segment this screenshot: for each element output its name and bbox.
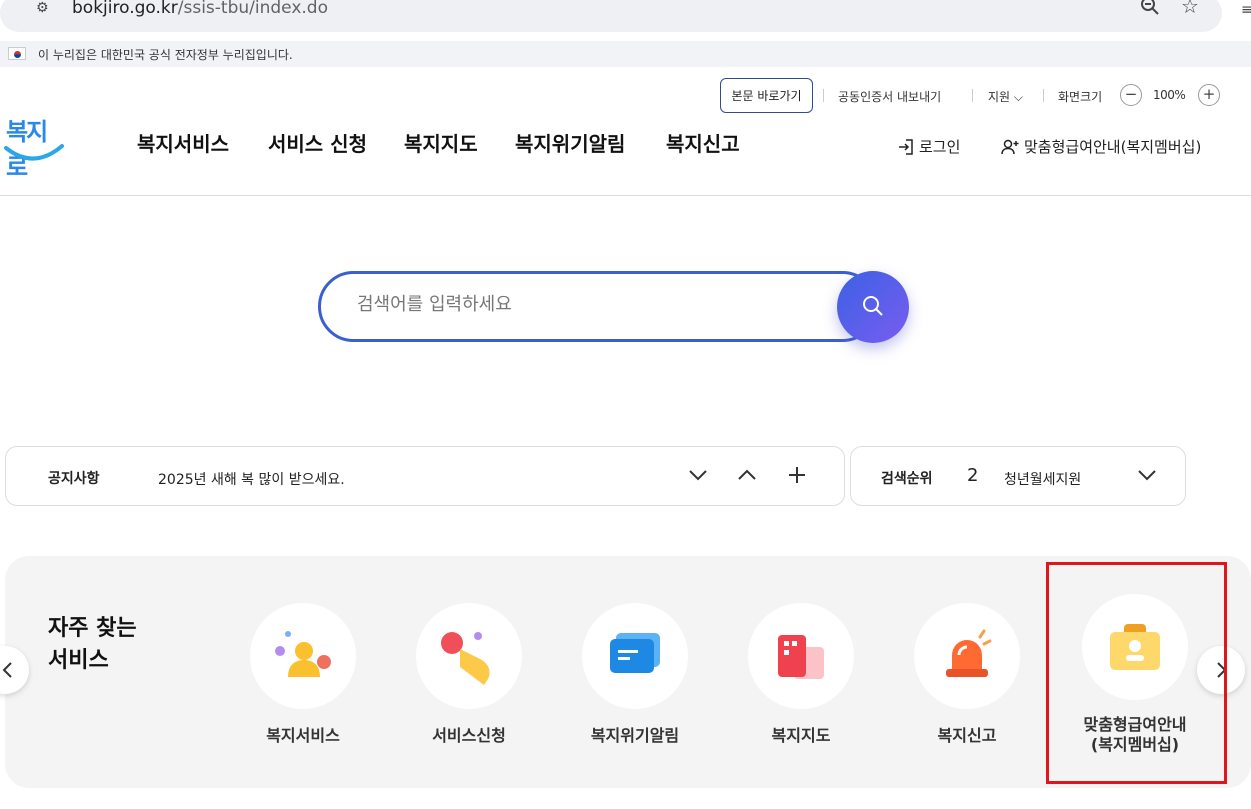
hand-click-icon xyxy=(416,603,522,709)
divider xyxy=(972,89,973,102)
rank-number: 2 xyxy=(967,465,979,486)
menu-icon[interactable]: ≡ xyxy=(1241,2,1251,18)
chat-alert-icon xyxy=(582,603,688,709)
map-building-icon xyxy=(748,603,854,709)
chevron-up-icon[interactable] xyxy=(735,463,759,487)
divider xyxy=(823,89,824,102)
login-button[interactable]: 로그인 xyxy=(897,136,960,157)
service-item-report[interactable]: 복지신고 xyxy=(897,603,1037,746)
service-item-crisis-alert[interactable]: 복지위기알림 xyxy=(565,603,705,746)
screen-size-label: 화면크기 xyxy=(1058,90,1103,104)
user-add-icon xyxy=(1001,139,1019,154)
gov-banner-text: 이 누리집은 대한민국 공식 전자정부 누리집입니다. xyxy=(38,48,293,62)
header-divider xyxy=(0,195,1251,196)
chevron-down-icon[interactable] xyxy=(686,463,710,487)
rank-label: 검색순위 xyxy=(881,471,933,487)
service-item-map[interactable]: 복지지도 xyxy=(731,603,871,746)
zoom-out-button[interactable]: − xyxy=(1120,84,1142,106)
login-icon xyxy=(899,138,913,155)
bookmark-star-icon[interactable]: ☆ xyxy=(1181,0,1199,18)
chevron-left-icon xyxy=(2,662,12,678)
browser-toolbar: ⚙ bokjiro.go.kr/ssis-tbu/index.do ☆ ≡ xyxy=(0,0,1251,40)
gnb-welfare-map[interactable]: 복지지도 xyxy=(404,128,478,157)
search-rank-bar: 검색순위 2 청년월세지원 xyxy=(850,446,1186,506)
notice-label: 공지사항 xyxy=(48,471,100,487)
membership-button[interactable]: 맞춤형급여안내(복지멤버십) xyxy=(1000,136,1201,157)
search-button[interactable] xyxy=(837,271,909,343)
cert-export-link[interactable]: 공동인증서 내보내기 xyxy=(838,88,941,105)
gnb-crisis-alert[interactable]: 복지위기알림 xyxy=(515,128,625,157)
notice-text[interactable]: 2025년 새해 복 많이 받으세요. xyxy=(158,469,345,489)
rank-keyword[interactable]: 청년월세지원 xyxy=(1004,469,1082,489)
gnb-welfare-service[interactable]: 복지서비스 xyxy=(137,128,229,157)
chevron-down-icon: ⌵ xyxy=(1013,90,1024,104)
gov-banner: 이 누리집은 대한민국 공식 전자정부 누리집입니다. xyxy=(0,41,1251,67)
highlight-box xyxy=(1046,562,1227,784)
chevron-down-icon[interactable] xyxy=(1135,463,1159,487)
siren-icon xyxy=(914,603,1020,709)
search-box xyxy=(318,271,878,342)
service-item-welfare[interactable]: 복지서비스 xyxy=(233,603,373,746)
site-logo[interactable]: 복지로 xyxy=(4,112,66,181)
divider xyxy=(1043,89,1044,102)
notice-bar: 공지사항 2025년 새해 복 많이 받으세요. xyxy=(5,446,845,506)
plus-icon[interactable] xyxy=(785,463,809,487)
gnb-report[interactable]: 복지신고 xyxy=(666,128,740,157)
site-info-icon[interactable]: ⚙ xyxy=(36,0,49,16)
address-bar[interactable]: ⚙ bokjiro.go.kr/ssis-tbu/index.do ☆ xyxy=(0,0,1222,32)
support-dropdown[interactable]: 지원 ⌵ xyxy=(988,88,1023,105)
zoom-icon[interactable] xyxy=(1140,0,1160,21)
zoom-in-button[interactable]: + xyxy=(1198,84,1220,106)
skip-to-content-button[interactable]: 본문 바로가기 xyxy=(720,78,813,113)
search-icon xyxy=(863,296,883,316)
frequent-services-title: 자주 찾는 서비스 xyxy=(48,616,137,673)
people-icon xyxy=(250,603,356,709)
zoom-level: 100% xyxy=(1153,88,1186,102)
search-input[interactable] xyxy=(357,294,817,315)
service-item-apply[interactable]: 서비스신청 xyxy=(399,603,539,746)
url-text[interactable]: bokjiro.go.kr/ssis-tbu/index.do xyxy=(72,0,328,18)
korea-flag-icon xyxy=(8,47,26,60)
gnb-service-apply[interactable]: 서비스 신청 xyxy=(268,128,367,157)
